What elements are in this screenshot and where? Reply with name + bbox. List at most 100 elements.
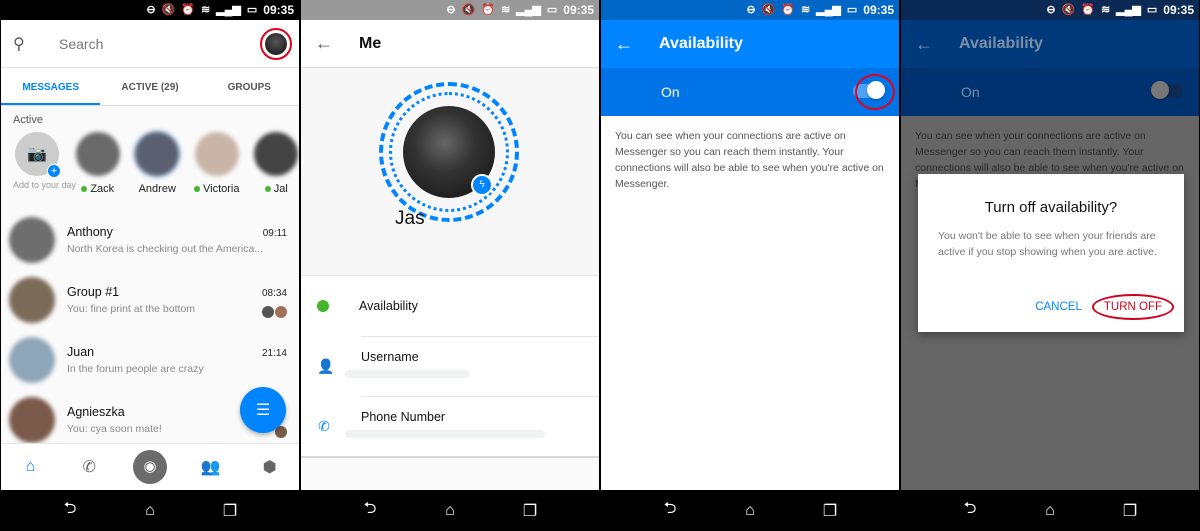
- dnd-icon: ⊖: [446, 3, 456, 16]
- redacted-value: [345, 370, 470, 378]
- active-person[interactable]: Andrew: [135, 132, 181, 195]
- camera-icon: 📷 +: [15, 132, 61, 178]
- settings-item-label: Phone Number: [361, 410, 446, 424]
- active-person[interactable]: Jal: [254, 132, 300, 195]
- profile-avatar-button[interactable]: [260, 27, 292, 60]
- settings-item-username[interactable]: 👤 Username: [301, 336, 599, 396]
- profile-section: ϟ Jas: [301, 68, 599, 276]
- chat-preview: You: fine print at the bottom: [67, 303, 196, 315]
- turn-off-button[interactable]: TURN OFF: [1091, 294, 1174, 320]
- alarm-icon: ⏰: [781, 3, 795, 16]
- seen-indicators: [262, 306, 287, 318]
- back-nav-icon[interactable]: ⮌: [959, 497, 981, 524]
- screen-availability-dialog: ⊖ 🔇 ⏰ ≋ ▂▄▆ ▭ 09:35 ← Availability On Yo…: [901, 0, 1199, 531]
- settings-item-availability[interactable]: Availability: [301, 276, 599, 336]
- screen-messages: ⊖ 🔇 ⏰ ≋ ▂▄▆ ▭ 09:35 ⚲ Search MESSAGES AC…: [1, 0, 299, 531]
- header: ← Me: [301, 20, 599, 68]
- back-arrow-icon[interactable]: ←: [315, 33, 337, 54]
- active-person[interactable]: Zack: [75, 132, 121, 195]
- recents-nav-icon[interactable]: ❐: [819, 501, 841, 521]
- camera-icon[interactable]: ◉: [132, 450, 167, 484]
- redacted-value: [345, 430, 545, 438]
- phone-icon: ✆: [318, 417, 330, 434]
- highlight-circle: [855, 74, 895, 110]
- back-arrow-icon[interactable]: ←: [615, 34, 637, 55]
- home-nav-icon[interactable]: ⌂: [139, 502, 161, 520]
- avatar: [9, 277, 55, 323]
- recents-nav-icon[interactable]: ❐: [519, 501, 541, 521]
- home-nav-icon[interactable]: ⌂: [1039, 502, 1061, 520]
- recents-nav-icon[interactable]: ❐: [219, 501, 241, 521]
- search-input[interactable]: Search: [59, 36, 265, 52]
- active-person[interactable]: Victoria: [194, 132, 240, 195]
- home-nav-icon[interactable]: ⌂: [739, 502, 761, 520]
- status-time: 09:35: [1163, 3, 1194, 17]
- chat-row[interactable]: Juan 21:14 In the forum people are crazy: [1, 330, 299, 390]
- dialog-title: Turn off availability?: [984, 199, 1118, 216]
- avatar: [9, 217, 55, 263]
- confirm-dialog: Turn off availability? You won't be able…: [918, 174, 1184, 332]
- seen-avatar: [275, 306, 287, 318]
- back-nav-icon[interactable]: ⮌: [359, 497, 381, 524]
- availability-toggle-row[interactable]: On: [601, 68, 899, 116]
- battery-icon: ▭: [246, 3, 258, 16]
- back-nav-icon[interactable]: ⮌: [659, 497, 681, 524]
- mute-icon: 🔇: [461, 3, 476, 16]
- chat-preview: North Korea is checking out the America.…: [67, 243, 264, 255]
- chat-row[interactable]: Group #1 08:34 You: fine print at the bot…: [1, 270, 299, 330]
- avatar: [254, 132, 299, 176]
- system-nav-bar: ⮌ ⌂ ❐: [901, 490, 1199, 531]
- system-nav-bar: ⮌ ⌂ ❐: [1, 490, 299, 531]
- search-bar[interactable]: ⚲ Search: [1, 20, 299, 68]
- discover-icon[interactable]: ⬢: [255, 457, 285, 477]
- avatar: [75, 132, 120, 176]
- avatar: [9, 337, 55, 383]
- availability-description: You can see when your connections are ac…: [615, 130, 884, 190]
- signal-icon: ▂▄▆: [1116, 3, 1141, 16]
- list-footer: [301, 456, 599, 490]
- phone-icon[interactable]: ✆: [74, 457, 104, 477]
- dialog-actions: CANCEL TURN OFF: [1035, 294, 1174, 320]
- settings-item-phone-number[interactable]: ✆ Phone Number: [301, 396, 599, 456]
- active-person-name: Zack: [90, 183, 115, 195]
- tab-messages[interactable]: MESSAGES: [1, 68, 101, 105]
- dnd-icon: ⊖: [146, 3, 156, 16]
- header: ← Availability: [601, 20, 899, 68]
- chat-preview: In the forum people are crazy: [67, 363, 204, 375]
- toggle-label: On: [661, 84, 680, 100]
- signal-icon: ▂▄▆: [516, 3, 541, 16]
- add-to-day-button[interactable]: 📷 + Add to your day: [13, 132, 77, 195]
- availability-switch: [1151, 81, 1183, 99]
- status-time: 09:35: [263, 3, 294, 17]
- system-nav-bar: ⮌ ⌂ ❐: [601, 490, 899, 531]
- status-dot-icon: [317, 300, 329, 312]
- online-dot-icon: [194, 186, 200, 193]
- signal-icon: ▂▄▆: [816, 3, 841, 16]
- new-message-button[interactable]: ☰: [240, 387, 286, 433]
- divider: [361, 396, 599, 397]
- bottom-tab-bar: ⌂ ✆ ◉ 👥 ⬢: [1, 443, 299, 490]
- recents-nav-icon[interactable]: ❐: [1119, 501, 1141, 521]
- tab-groups[interactable]: GROUPS: [200, 68, 299, 105]
- chat-row[interactable]: Anthony 09:11 North Korea is checking out…: [1, 210, 299, 270]
- avatar: [9, 397, 55, 443]
- switch-knob: [1151, 81, 1169, 99]
- add-to-day-label: Add to your day: [13, 180, 77, 190]
- screen-me: ⊖ 🔇 ⏰ ≋ ▂▄▆ ▭ 09:35 ← Me ϟ Jas Availabil…: [301, 0, 599, 531]
- home-nav-icon[interactable]: ⌂: [439, 502, 461, 520]
- search-icon[interactable]: ⚲: [13, 34, 35, 54]
- back-nav-icon[interactable]: ⮌: [59, 497, 81, 524]
- mute-icon: 🔇: [761, 3, 776, 16]
- dialog-body: You won't be able to see when your frien…: [938, 230, 1157, 258]
- home-icon[interactable]: ⌂: [15, 458, 45, 476]
- chat-name: Group #1: [67, 285, 120, 299]
- dnd-icon: ⊖: [746, 3, 756, 16]
- seen-avatar: [262, 306, 274, 318]
- wifi-icon: ≋: [800, 3, 811, 16]
- page-title: Availability: [959, 35, 1043, 52]
- people-icon[interactable]: 👥: [196, 457, 226, 477]
- availability-toggle-row: On: [901, 68, 1199, 116]
- tab-active[interactable]: ACTIVE (29): [100, 68, 199, 105]
- cancel-button[interactable]: CANCEL: [1035, 301, 1082, 313]
- mute-icon: 🔇: [1061, 3, 1076, 16]
